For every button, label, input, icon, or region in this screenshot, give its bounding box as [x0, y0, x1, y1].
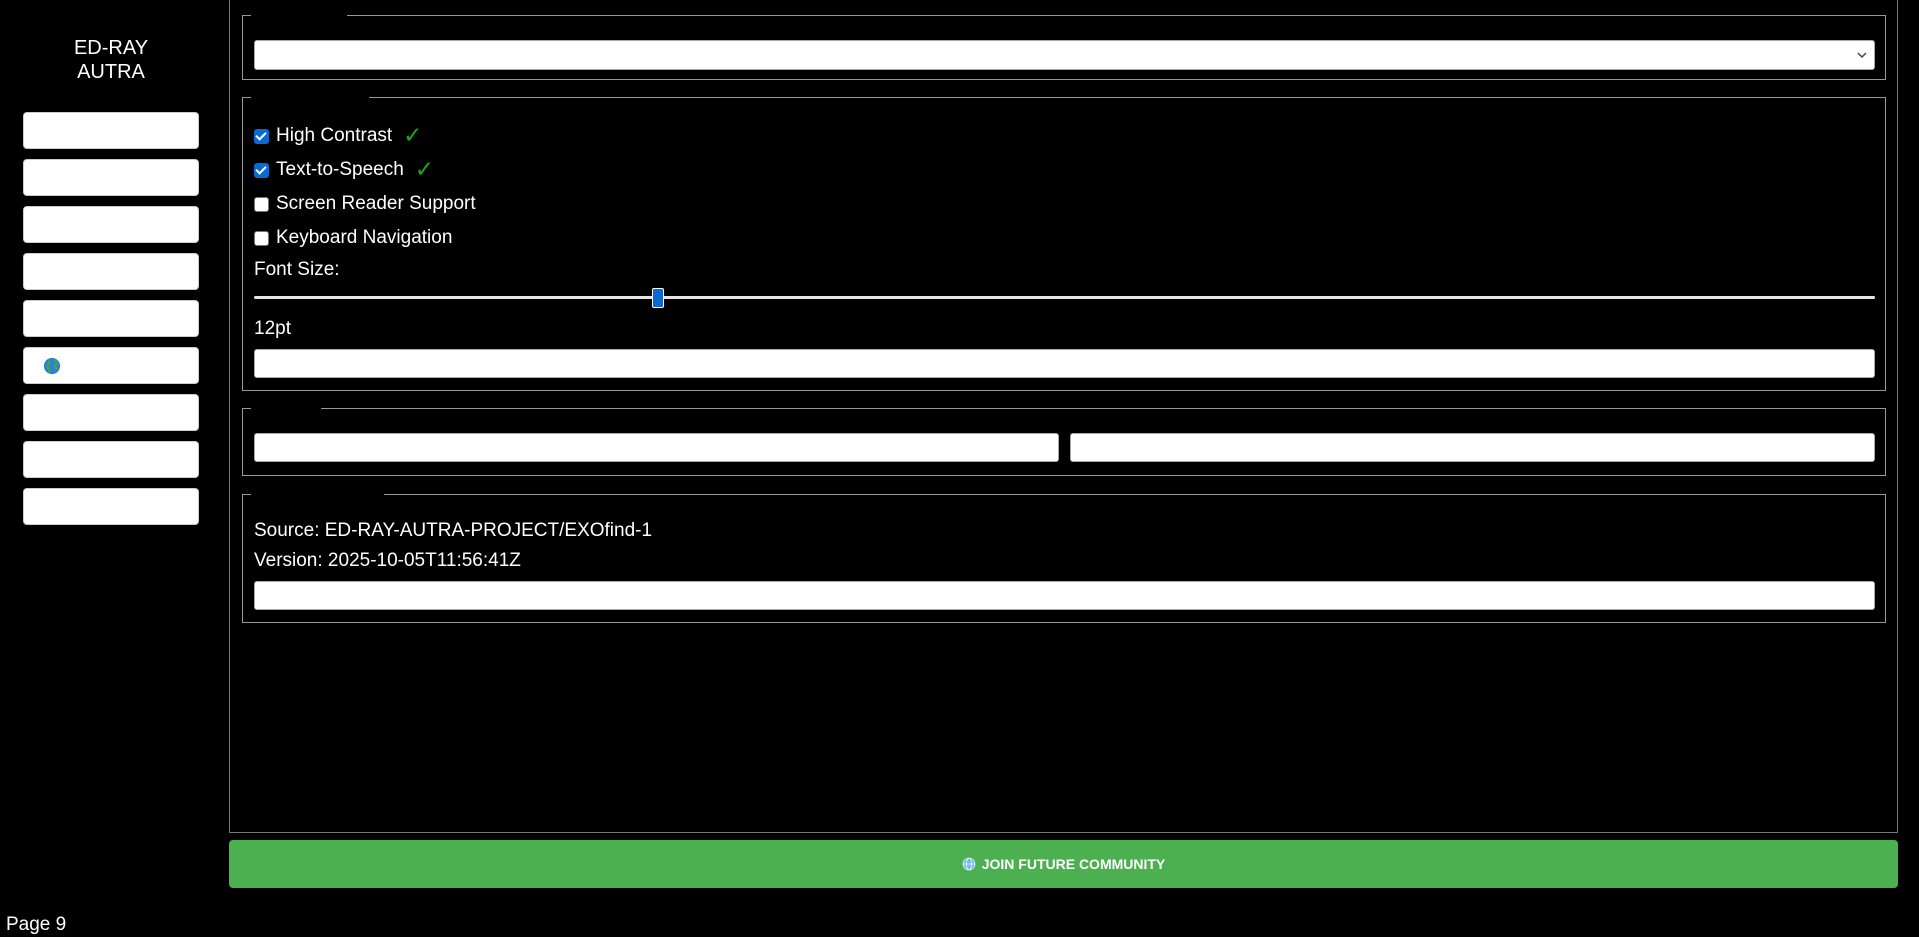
actions-panel — [242, 408, 1886, 476]
screen-reader-checkbox[interactable] — [254, 196, 269, 212]
version-text: Version: 2025-10-05T11:56:41Z — [254, 550, 521, 571]
sidebar-item-9[interactable] — [23, 488, 199, 525]
page-number: Page 9 — [6, 914, 67, 935]
option-keyboard-navigation[interactable]: Keyboard Navigation — [254, 226, 452, 250]
language-legend — [251, 15, 347, 17]
source-text: Source: ED-RAY-AUTRA-PROJECT/EXOfind-1 — [254, 520, 653, 541]
about-action-button[interactable] — [254, 581, 1875, 610]
option-high-contrast[interactable]: High Contrast ✓ — [254, 123, 423, 149]
high-contrast-checkbox[interactable] — [254, 128, 269, 144]
font-size-label: Font Size: — [254, 259, 340, 280]
brand-title: ED-RAY AUTRA — [0, 36, 222, 84]
font-size-slider[interactable] — [254, 296, 1875, 299]
join-community-button[interactable]: JOIN FUTURE COMMUNITY — [229, 840, 1898, 888]
about-panel: Source: ED-RAY-AUTRA-PROJECT/EXOfind-1 V… — [242, 494, 1886, 623]
check-mark-icon: ✓ — [403, 123, 423, 149]
action-right-button[interactable] — [1070, 433, 1875, 462]
high-contrast-label: High Contrast — [276, 125, 393, 146]
sidebar-item-3[interactable] — [23, 206, 199, 243]
keyboard-navigation-label: Keyboard Navigation — [276, 227, 453, 248]
language-select[interactable] — [254, 40, 1875, 70]
sidebar-item-6[interactable] — [23, 347, 199, 384]
sidebar-item-1[interactable] — [23, 112, 199, 149]
join-community-label: JOIN FUTURE COMMUNITY — [981, 856, 1166, 872]
text-to-speech-checkbox[interactable] — [254, 162, 269, 178]
globe-icon — [962, 857, 976, 871]
keyboard-navigation-checkbox[interactable] — [254, 230, 269, 246]
action-left-button[interactable] — [254, 433, 1059, 462]
font-size-slider-thumb[interactable] — [652, 288, 665, 308]
screen-reader-label: Screen Reader Support — [276, 193, 476, 214]
accessibility-legend — [251, 97, 369, 99]
sidebar: ED-RAY AUTRA — [0, 0, 222, 937]
text-to-speech-label: Text-to-Speech — [276, 159, 404, 180]
sidebar-item-5[interactable] — [23, 300, 199, 337]
globe-icon — [43, 357, 61, 375]
apply-settings-button[interactable] — [254, 349, 1875, 378]
option-screen-reader[interactable]: Screen Reader Support — [254, 192, 476, 216]
font-size-value: 12pt — [254, 318, 291, 339]
actions-legend — [251, 408, 321, 410]
sidebar-item-2[interactable] — [23, 159, 199, 196]
about-legend — [251, 494, 384, 496]
language-panel — [242, 15, 1886, 80]
sidebar-item-4[interactable] — [23, 253, 199, 290]
brand-line-2: AUTRA — [77, 61, 145, 83]
main-panel: High Contrast ✓ Text-to-Speech ✓ Screen … — [229, 0, 1898, 833]
option-text-to-speech[interactable]: Text-to-Speech ✓ — [254, 157, 435, 183]
sidebar-item-8[interactable] — [23, 441, 199, 478]
chevron-down-icon — [1857, 52, 1867, 59]
sidebar-item-7[interactable] — [23, 394, 199, 431]
brand-line-1: ED-RAY — [73, 37, 149, 59]
accessibility-panel: High Contrast ✓ Text-to-Speech ✓ Screen … — [242, 97, 1886, 391]
check-mark-icon: ✓ — [414, 157, 435, 183]
